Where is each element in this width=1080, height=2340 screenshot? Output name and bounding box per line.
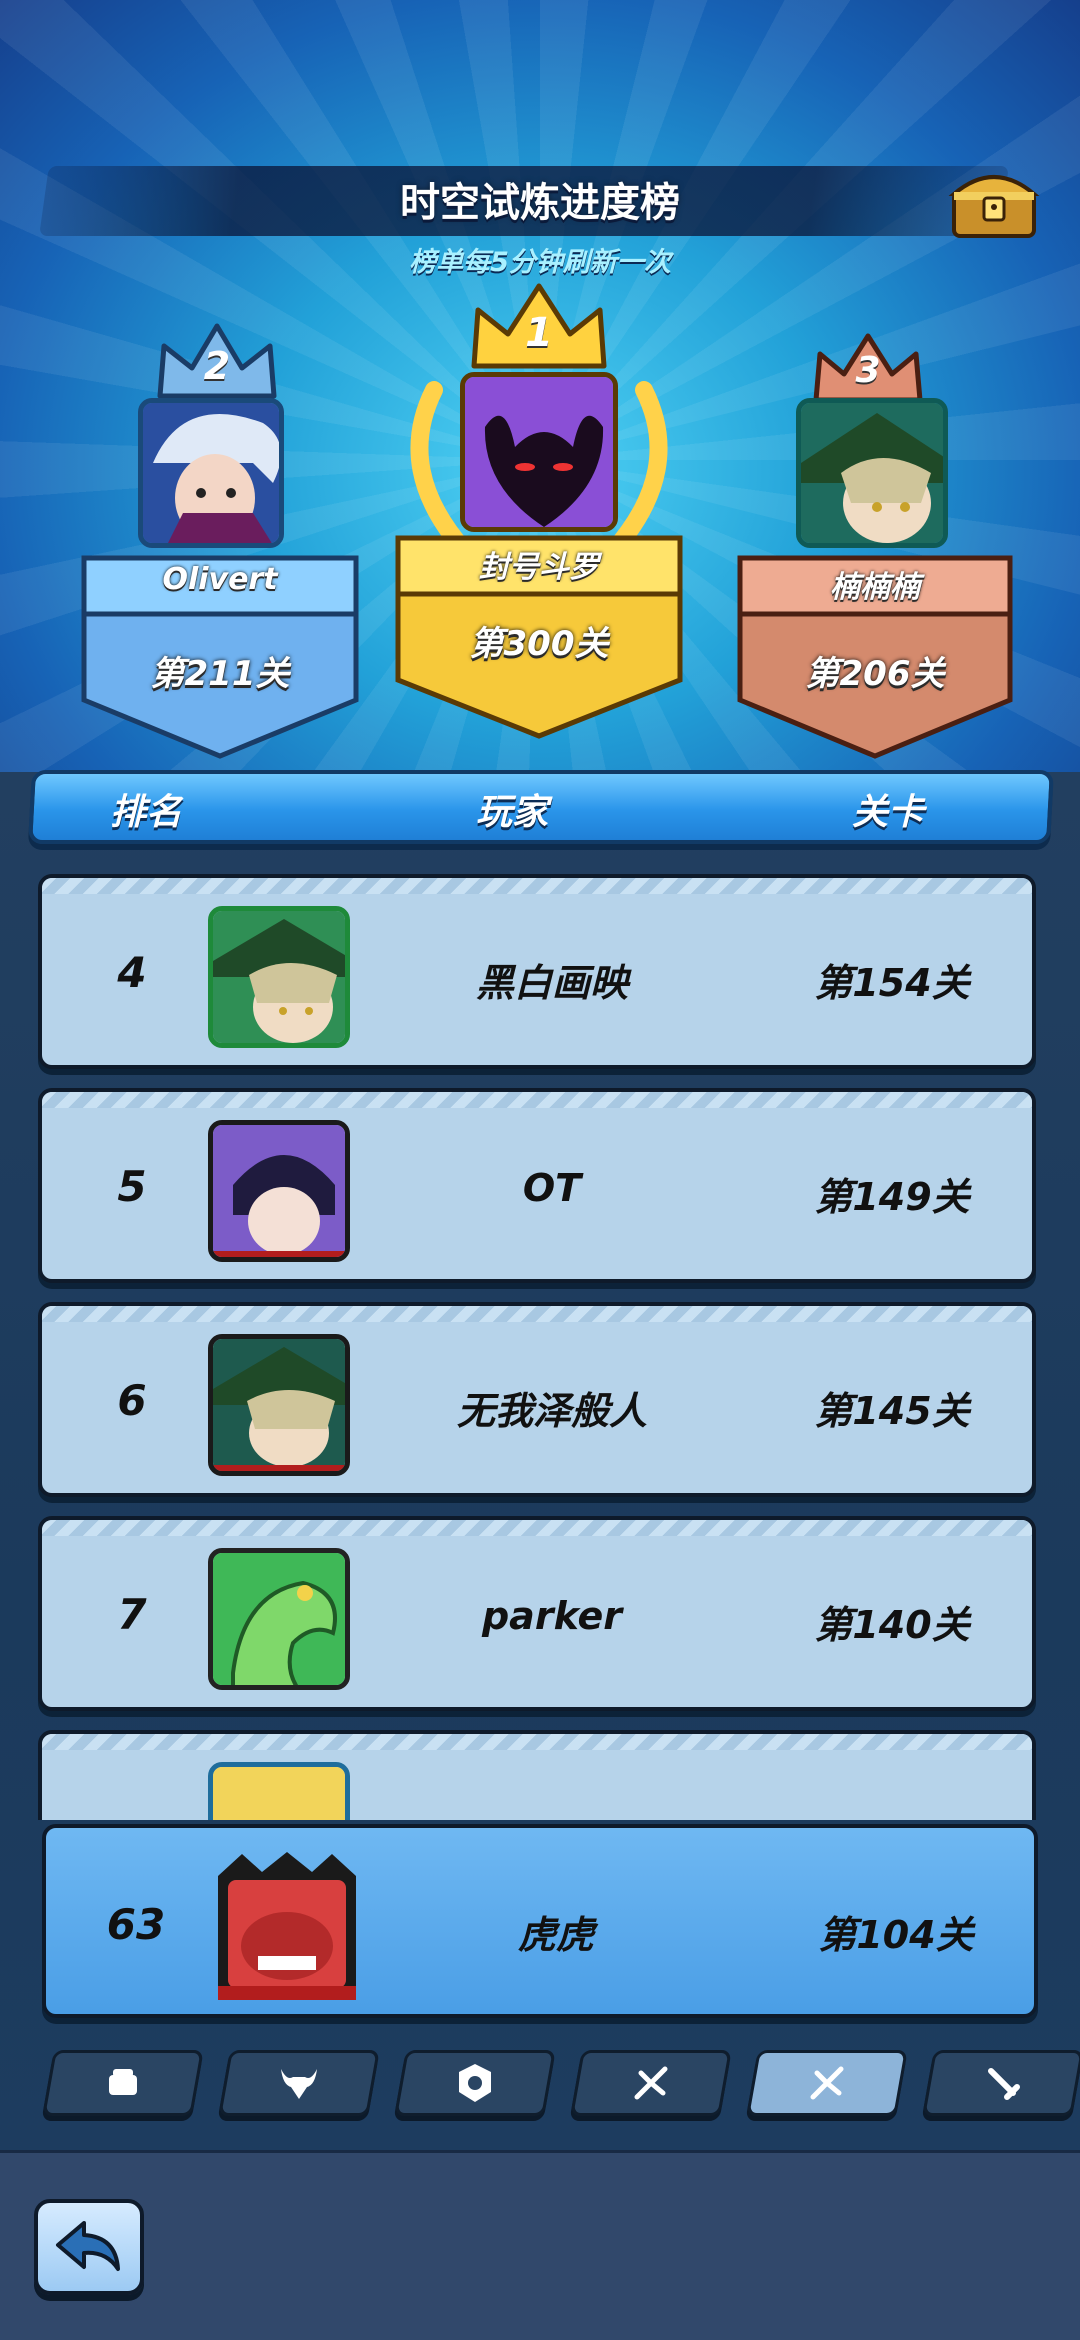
refresh-note: 榜单每5分钟刷新一次 xyxy=(409,247,671,278)
tab-shield[interactable] xyxy=(394,2050,556,2116)
avatar xyxy=(208,906,350,1048)
current-player-row[interactable]: 63 虎虎 第104关 xyxy=(42,1824,1038,2018)
tab-branch[interactable] xyxy=(570,2050,732,2116)
podium-level: 第300关 xyxy=(469,624,609,664)
row-level: 第104关 xyxy=(818,1913,974,1957)
category-tabs xyxy=(0,2050,1080,2120)
list-item[interactable] xyxy=(38,1730,1036,1820)
row-player-name: 虎虎 xyxy=(517,1913,594,1957)
podium-rank-2[interactable]: 2 Olivert 第211关 xyxy=(80,310,360,760)
podium-name: 封号斗罗 xyxy=(479,550,599,585)
row-level: 第140关 xyxy=(814,1603,970,1647)
leaderboard-list[interactable]: 4 黑白画映 第154关 5 OT 第149关 6 无我泽般人 第145关 7 … xyxy=(0,870,1080,1820)
avatar xyxy=(796,398,948,548)
podium-rank-1[interactable]: 1 封号斗罗 第300关 xyxy=(394,280,684,740)
list-item[interactable]: 5 OT 第149关 xyxy=(38,1088,1036,1283)
fist-icon xyxy=(109,2069,137,2095)
podium-name: 楠楠楠 xyxy=(830,570,920,605)
list-item[interactable]: 7 parker 第140关 xyxy=(38,1516,1036,1711)
avatar xyxy=(208,1120,350,1262)
page-title: 时空试炼进度榜 xyxy=(400,180,680,226)
podium-name: Olivert xyxy=(162,562,278,597)
podium-level: 第211关 xyxy=(150,654,290,694)
row-rank: 4 xyxy=(117,948,147,997)
crown-bronze-icon: 3 xyxy=(806,326,930,406)
list-item[interactable]: 6 无我泽般人 第145关 xyxy=(38,1302,1036,1497)
row-rank: 5 xyxy=(117,1162,147,1211)
crown-silver-icon: 2 xyxy=(150,316,284,402)
column-player: 玩家 xyxy=(476,792,549,833)
avatar xyxy=(138,398,284,548)
tab-sword[interactable] xyxy=(922,2050,1080,2116)
row-rank: 6 xyxy=(117,1376,147,1425)
leaderboard-header: 时空试炼进度榜 榜单每5分钟刷新一次 2 Olivert 第211关 1 封号斗… xyxy=(0,0,1080,772)
sword-icon xyxy=(988,2068,1020,2100)
bull-head-icon xyxy=(281,2069,317,2099)
list-item[interactable]: 4 黑白画映 第154关 xyxy=(38,874,1036,1069)
row-level: 第154关 xyxy=(814,961,970,1005)
podium-level: 第206关 xyxy=(805,654,945,694)
row-player-name: OT xyxy=(522,1166,582,1210)
avatar xyxy=(208,1334,350,1476)
footer-bar xyxy=(0,2150,1080,2340)
treasure-chest-icon[interactable] xyxy=(948,162,1040,242)
branch-active-icon xyxy=(810,2066,844,2100)
crown-gold-icon: 1 xyxy=(464,280,614,372)
row-rank: 63 xyxy=(106,1900,166,1949)
column-rank: 排名 xyxy=(110,792,183,833)
row-player-name: 无我泽般人 xyxy=(456,1389,647,1433)
tab-time-trial[interactable] xyxy=(746,2050,908,2116)
avatar xyxy=(460,372,618,532)
row-rank: 7 xyxy=(117,1590,147,1639)
avatar xyxy=(212,1846,362,2006)
podium-rank-3[interactable]: 3 楠楠楠 第206关 xyxy=(736,310,1014,760)
tab-bull[interactable] xyxy=(218,2050,380,2116)
row-level: 第149关 xyxy=(814,1175,970,1219)
avatar xyxy=(208,1762,350,1820)
column-level: 关卡 xyxy=(852,792,925,833)
back-button[interactable] xyxy=(34,2199,144,2295)
row-player-name: 黑白画映 xyxy=(475,961,628,1005)
back-arrow-icon xyxy=(56,2221,120,2271)
shield-icon xyxy=(459,2064,491,2102)
tab-fist[interactable] xyxy=(42,2050,204,2116)
branch-icon xyxy=(634,2066,668,2100)
row-player-name: parker xyxy=(481,1594,622,1638)
row-level: 第145关 xyxy=(814,1389,970,1433)
avatar xyxy=(208,1548,350,1690)
